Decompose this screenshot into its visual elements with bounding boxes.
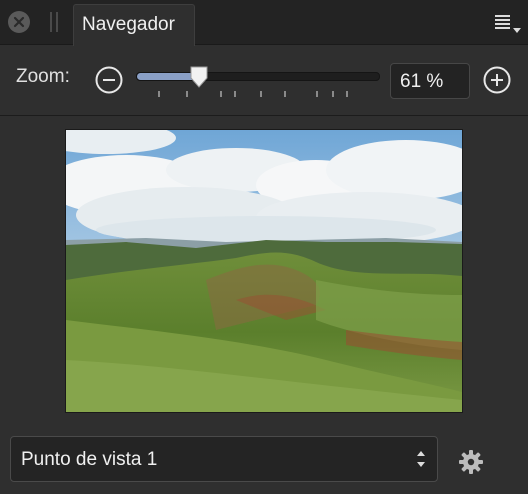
zoom-value-field[interactable]: 61 % — [390, 63, 470, 99]
slider-tick — [316, 91, 318, 97]
close-button[interactable] — [8, 11, 30, 33]
plus-circle-icon — [483, 66, 511, 94]
zoom-out-button[interactable] — [94, 65, 124, 95]
zoom-slider[interactable] — [136, 72, 380, 81]
slider-tick — [186, 91, 188, 97]
slider-tick — [220, 91, 222, 97]
minus-circle-icon — [95, 66, 123, 94]
viewpoint-select[interactable]: Punto de vista 1 — [10, 436, 438, 482]
zoom-slider-ticks — [136, 91, 378, 99]
navigator-panel: Navegador Zoom: 61 % Punto de vista 1 — [0, 0, 528, 494]
slider-tick — [332, 91, 334, 97]
divider — [0, 115, 528, 116]
zoom-value: 61 % — [400, 71, 444, 92]
zoom-in-button[interactable] — [482, 65, 512, 95]
viewpoint-selected: Punto de vista 1 — [21, 449, 158, 470]
tab-navegador[interactable]: Navegador — [73, 4, 195, 46]
panel-menu-button[interactable] — [492, 10, 524, 36]
chevron-updown-icon — [417, 451, 425, 467]
drag-handle[interactable] — [50, 12, 58, 32]
slider-tick — [346, 91, 348, 97]
slider-tick — [158, 91, 160, 97]
panel-header: Navegador — [0, 0, 528, 46]
zoom-label: Zoom: — [16, 66, 70, 87]
slider-tick — [260, 91, 262, 97]
navigator-preview[interactable] — [66, 130, 462, 412]
gear-icon — [459, 450, 483, 474]
slider-tick — [234, 91, 236, 97]
panel-menu-icon — [495, 15, 521, 33]
viewpoint-settings-button[interactable] — [458, 449, 484, 475]
close-icon — [13, 16, 25, 28]
tab-label: Navegador — [82, 14, 175, 35]
zoom-slider-thumb[interactable] — [189, 66, 209, 88]
slider-tick — [284, 91, 286, 97]
landscape-thumbnail — [66, 130, 462, 412]
